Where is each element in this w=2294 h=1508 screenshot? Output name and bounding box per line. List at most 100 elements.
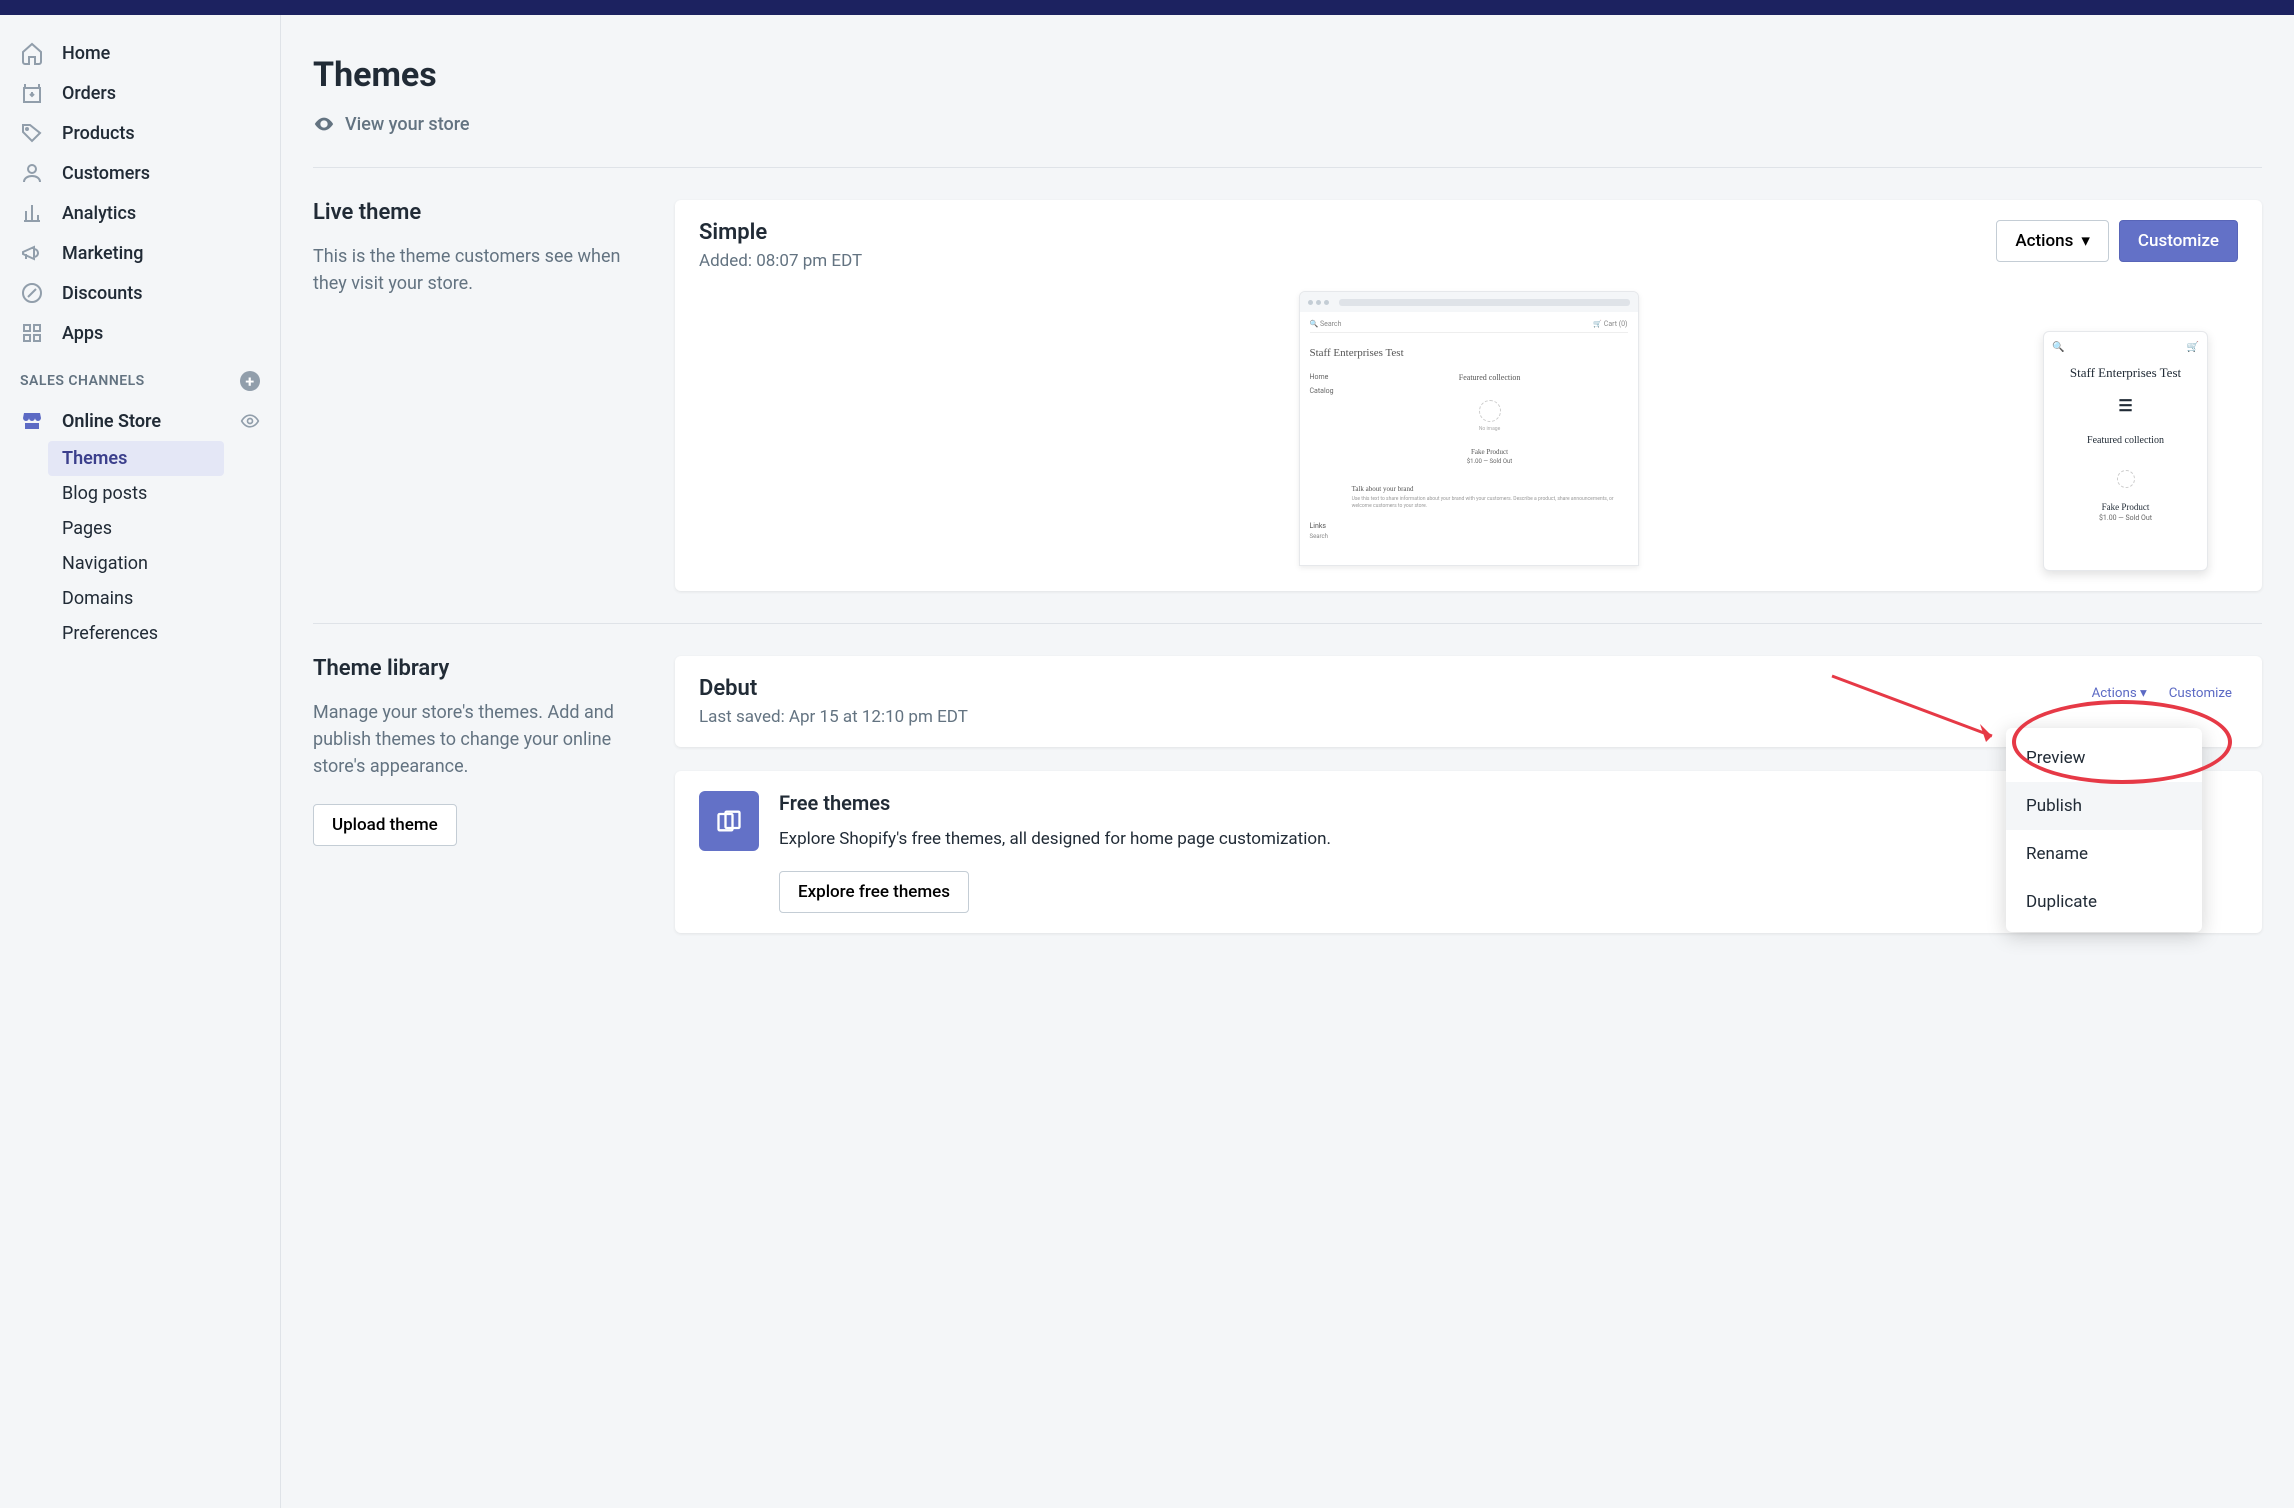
sidebar-item-customers[interactable]: Customers (0, 153, 280, 193)
actions-label: Actions (2092, 686, 2137, 701)
dropdown-item-preview[interactable]: Preview (2006, 734, 2202, 782)
customize-button[interactable]: Customize (2163, 676, 2238, 711)
divider (313, 167, 2262, 168)
subnav-item-navigation[interactable]: Navigation (48, 546, 224, 581)
topbar (0, 0, 2294, 15)
view-store-label: View your store (345, 114, 470, 135)
sidebar-item-label: Online Store (62, 411, 161, 432)
free-themes-description: Explore Shopify's free themes, all desig… (779, 827, 1331, 853)
theme-library-section: Theme library Manage your store's themes… (313, 656, 2262, 933)
theme-library-info: Theme library Manage your store's themes… (313, 656, 643, 933)
main-content: Themes View your store Live theme This i… (281, 15, 2294, 1508)
desktop-preview: 🔍 Search 🛒 Cart (0) Staff Enterprises Te… (1299, 291, 1639, 566)
sidebar-item-label: Orders (62, 83, 116, 104)
dropdown-item-duplicate[interactable]: Duplicate (2006, 878, 2202, 926)
subnav-item-blog-posts[interactable]: Blog posts (48, 476, 224, 511)
orders-icon (20, 81, 44, 105)
theme-added-time: Added: 08:07 pm EDT (699, 251, 862, 271)
preview-featured-collection: Featured collection (1352, 373, 1628, 382)
sidebar-item-label: Analytics (62, 203, 136, 224)
actions-button[interactable]: Actions ▾ (1996, 220, 2109, 262)
mobile-preview-collection: Featured collection (2052, 435, 2199, 446)
page-title: Themes (313, 55, 2262, 95)
free-themes-title: Free themes (779, 791, 1331, 815)
eye-icon (313, 113, 335, 135)
preview-nav-catalog: Catalog (1310, 387, 1334, 395)
actions-dropdown: Preview Publish Rename Duplicate (2006, 728, 2202, 932)
theme-name: Simple (699, 220, 862, 245)
section-heading: Live theme (313, 200, 643, 225)
cart-icon: 🛒 (2187, 342, 2199, 353)
sidebar-item-label: Apps (62, 323, 103, 344)
preview-no-image: No image (1352, 426, 1628, 432)
section-description: Manage your store's themes. Add and publ… (313, 699, 643, 780)
theme-last-saved: Last saved: Apr 15 at 12:10 pm EDT (699, 707, 968, 727)
live-theme-section: Live theme This is the theme customers s… (313, 200, 2262, 591)
sidebar-item-label: Marketing (62, 243, 143, 264)
mobile-preview-store-name: Staff Enterprises Test (2052, 365, 2199, 382)
sidebar-item-online-store[interactable]: Online Store (0, 401, 280, 441)
divider (313, 623, 2262, 624)
sidebar-item-marketing[interactable]: Marketing (0, 233, 280, 273)
sidebar: Home Orders Products Customers Analytics (0, 15, 281, 1508)
free-themes-icon (699, 791, 759, 851)
hamburger-icon: ☰ (2052, 396, 2199, 415)
preview-product-price: $1.00 — Sold Out (1352, 458, 1628, 465)
actions-label: Actions (2015, 231, 2073, 251)
sidebar-item-products[interactable]: Products (0, 113, 280, 153)
preview-cart-label: Cart (0) (1604, 320, 1628, 328)
sidebar-item-label: Products (62, 123, 135, 144)
mobile-preview: 🔍 🛒 Staff Enterprises Test ☰ Featured co… (2043, 331, 2208, 571)
preview-links-label: Links (1310, 522, 1327, 530)
live-theme-info: Live theme This is the theme customers s… (313, 200, 643, 591)
chevron-down-icon: ▾ (2140, 686, 2147, 701)
dropdown-item-publish[interactable]: Publish (2006, 782, 2202, 830)
mobile-preview-product: Fake Product (2052, 502, 2199, 512)
preview-nav-home: Home (1310, 373, 1334, 381)
preview-search-label: Search (1320, 320, 1342, 328)
store-icon (20, 409, 44, 433)
customize-button[interactable]: Customize (2119, 220, 2238, 262)
live-theme-card: Simple Added: 08:07 pm EDT Actions ▾ Cus… (675, 200, 2262, 591)
app-container: Home Orders Products Customers Analytics (0, 15, 2294, 1508)
preview-store-name: Staff Enterprises Test (1310, 341, 1628, 373)
add-channel-icon[interactable]: + (240, 371, 260, 391)
sales-channels-header: SALES CHANNELS + (0, 353, 280, 401)
theme-preview: 🔍 Search 🛒 Cart (0) Staff Enterprises Te… (699, 291, 2238, 571)
subnav-item-themes[interactable]: Themes (48, 441, 224, 476)
subnav-item-domains[interactable]: Domains (48, 581, 224, 616)
sidebar-item-orders[interactable]: Orders (0, 73, 280, 113)
megaphone-icon (20, 241, 44, 265)
upload-theme-button[interactable]: Upload theme (313, 804, 457, 846)
sales-channels-label: SALES CHANNELS (20, 373, 145, 389)
subnav-item-pages[interactable]: Pages (48, 511, 224, 546)
preview-product-name: Fake Product (1352, 448, 1628, 456)
home-icon (20, 41, 44, 65)
preview-brand-heading: Talk about your brand (1352, 485, 1628, 493)
preview-brand-text: Use this text to share information about… (1352, 496, 1628, 510)
sidebar-item-analytics[interactable]: Analytics (0, 193, 280, 233)
discount-icon (20, 281, 44, 305)
view-store-link[interactable]: View your store (313, 113, 2262, 135)
section-description: This is the theme customers see when the… (313, 243, 643, 297)
analytics-icon (20, 201, 44, 225)
sidebar-item-label: Discounts (62, 283, 143, 304)
sidebar-item-label: Home (62, 43, 110, 64)
subnav-item-preferences[interactable]: Preferences (48, 616, 224, 651)
tag-icon (20, 121, 44, 145)
sidebar-item-discounts[interactable]: Discounts (0, 273, 280, 313)
section-heading: Theme library (313, 656, 643, 681)
person-icon (20, 161, 44, 185)
actions-button[interactable]: Actions ▾ (2086, 676, 2153, 711)
apps-icon (20, 321, 44, 345)
browser-chrome (1300, 292, 1638, 312)
sidebar-item-home[interactable]: Home (0, 33, 280, 73)
sidebar-item-label: Customers (62, 163, 150, 184)
sidebar-item-apps[interactable]: Apps (0, 313, 280, 353)
online-store-subnav: Themes Blog posts Pages Navigation Domai… (0, 441, 280, 651)
search-icon: 🔍 (2052, 342, 2064, 353)
eye-icon[interactable] (240, 411, 260, 431)
explore-free-themes-button[interactable]: Explore free themes (779, 871, 969, 913)
theme-name: Debut (699, 676, 968, 701)
dropdown-item-rename[interactable]: Rename (2006, 830, 2202, 878)
